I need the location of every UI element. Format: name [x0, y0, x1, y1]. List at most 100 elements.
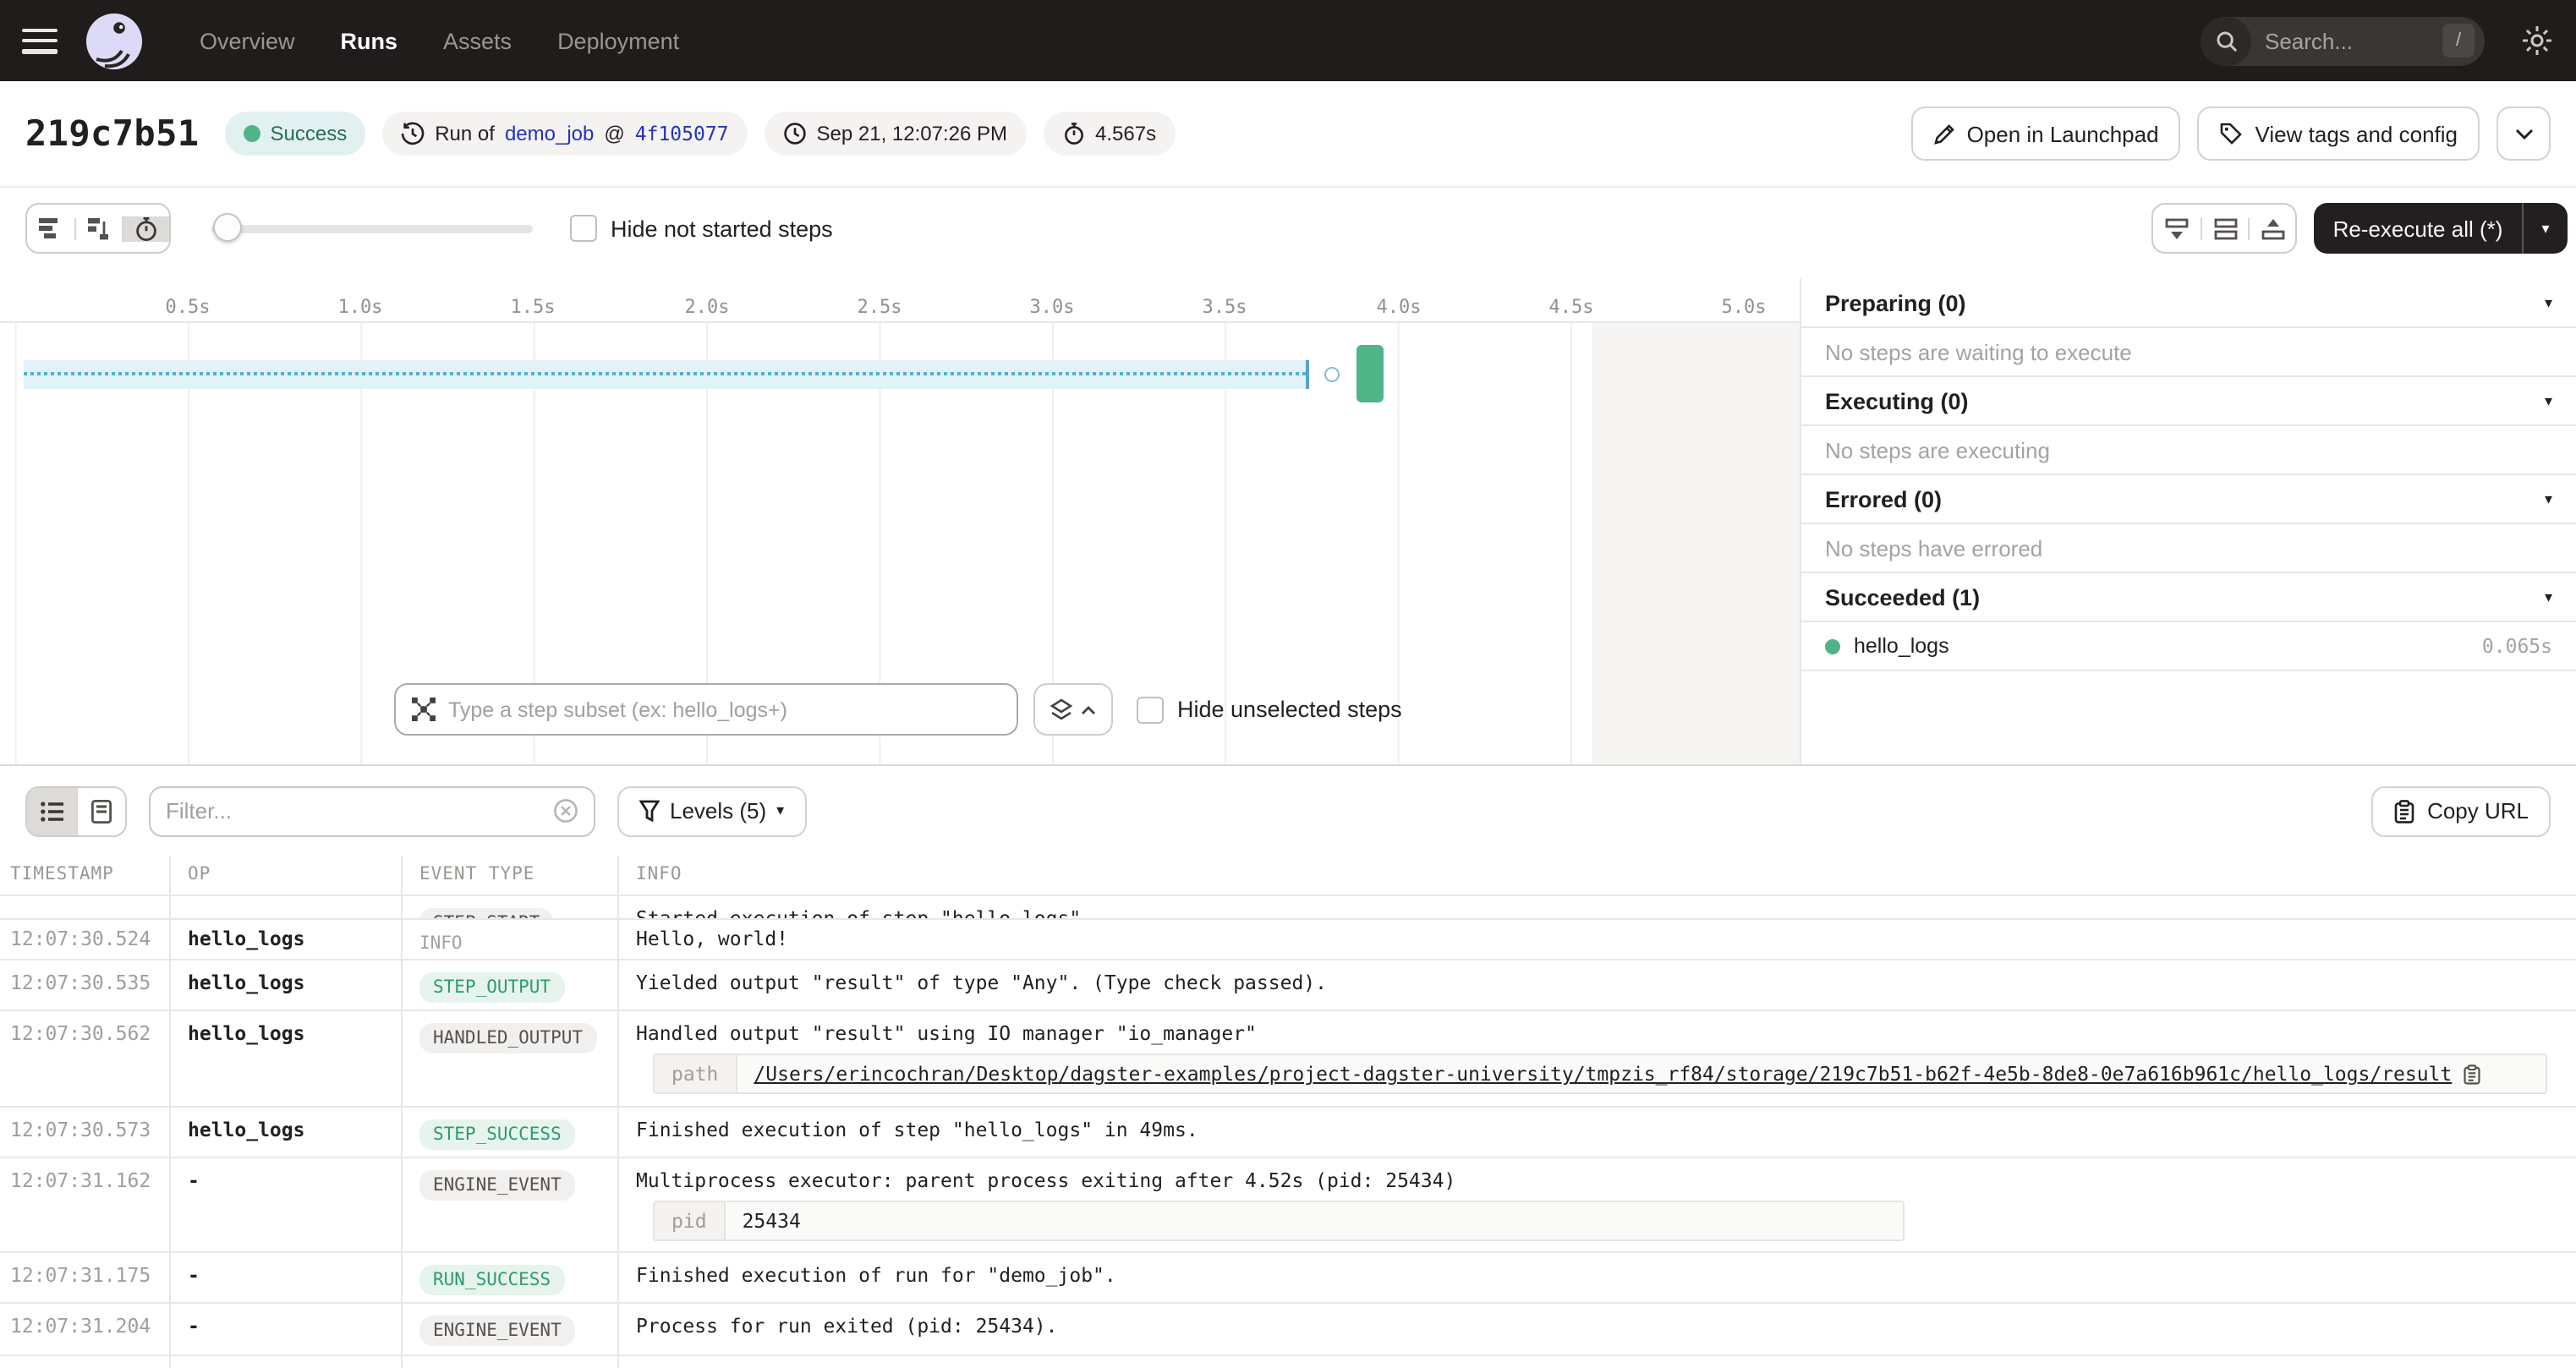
run-header: 219c7b51 Success Run of demo_job @ 4f105… — [0, 81, 2576, 188]
success-dot-icon — [1825, 638, 1840, 654]
step-subset-input[interactable] — [448, 698, 1001, 721]
start-time-tag: Sep 21, 12:07:26 PM — [765, 112, 1027, 156]
succeeded-step-row[interactable]: hello_logs 0.065s — [1801, 622, 2576, 671]
chevron-down-icon — [2514, 128, 2533, 140]
history-icon — [401, 122, 425, 145]
section-succeeded[interactable]: Succeeded (1) ▾ — [1801, 573, 2576, 622]
stopwatch-view-icon — [134, 216, 159, 241]
gantt-offrange-region — [1592, 323, 1800, 764]
section-errored[interactable]: Errored (0) ▾ — [1801, 475, 2576, 524]
status-dot-icon — [244, 125, 260, 142]
search-input[interactable] — [2251, 28, 2407, 53]
log-list-view-button[interactable] — [27, 787, 76, 834]
nav-item-deployment[interactable]: Deployment — [557, 28, 679, 53]
section-preparing[interactable]: Preparing (0) ▾ — [1801, 279, 2576, 328]
tag-icon — [2220, 122, 2244, 145]
log-row[interactable]: STEP_START Started execution of step "he… — [0, 896, 2576, 920]
log-row[interactable]: 12:07:31.162 - ENGINE_EVENT Multiprocess… — [0, 1158, 2576, 1253]
log-table-body: STEP_START Started execution of step "he… — [0, 896, 2576, 1368]
split-view-icon — [2213, 217, 2237, 239]
event-type-badge: STEP_OUTPUT — [419, 972, 564, 1003]
executing-empty-state: No steps are executing — [1801, 426, 2576, 475]
settings-gear-icon[interactable] — [2520, 24, 2554, 57]
hamburger-menu-icon[interactable] — [22, 28, 58, 53]
top-nav: Overview Runs Assets Deployment / — [0, 0, 2576, 81]
view-timed-button[interactable] — [122, 216, 169, 241]
hide-unselected-checkbox[interactable]: Hide unselected steps — [1137, 696, 1402, 723]
caret-down-icon: ▾ — [776, 802, 784, 820]
split-view-button[interactable] — [2201, 217, 2248, 239]
log-table-header: TIMESTAMP OP EVENT TYPE INFO — [0, 856, 2576, 896]
log-filter-input[interactable] — [166, 798, 553, 824]
run-logs-section: Levels (5) ▾ Copy URL TIMESTAMP OP EVENT… — [0, 764, 2576, 1368]
run-id: 219c7b51 — [25, 113, 200, 154]
col-event-type: EVENT TYPE — [401, 856, 617, 895]
checkbox-icon[interactable] — [1137, 696, 1164, 723]
collapse-down-button[interactable] — [2153, 217, 2201, 239]
duration-tag: 4.567s — [1043, 112, 1175, 156]
step-bar-hello-logs[interactable] — [1357, 345, 1384, 402]
log-row[interactable]: 12:07:30.535 hello_logs STEP_OUTPUT Yiel… — [0, 960, 2576, 1011]
gantt-view-mode-group — [25, 203, 171, 254]
log-row-empty — [0, 1356, 2576, 1368]
re-execute-caret-icon[interactable]: ▾ — [2524, 219, 2568, 238]
section-executing[interactable]: Executing (0) ▾ — [1801, 377, 2576, 426]
log-row[interactable]: 12:07:30.573 hello_logs STEP_SUCCESS Fin… — [0, 1108, 2576, 1158]
dagster-logo[interactable] — [86, 13, 142, 68]
metadata-entry: pid 25434 — [653, 1201, 1905, 1241]
step-subset-field[interactable] — [394, 683, 1018, 736]
hide-not-started-checkbox[interactable]: Hide not started steps — [570, 215, 833, 242]
view-flat-button[interactable] — [27, 218, 74, 238]
graph-query-toggle-button[interactable] — [1033, 683, 1113, 736]
dagster-run-page: Overview Runs Assets Deployment / 219c7b… — [0, 0, 2576, 1368]
log-view-mode-group — [25, 785, 127, 836]
caret-down-icon[interactable]: ▾ — [2545, 490, 2552, 508]
search-icon — [2201, 16, 2251, 65]
slider-track[interactable] — [211, 225, 533, 233]
nav-item-assets[interactable]: Assets — [443, 28, 512, 53]
log-row[interactable]: 12:07:30.524 hello_logs INFO Hello, worl… — [0, 920, 2576, 960]
nav-item-overview[interactable]: Overview — [200, 28, 295, 53]
event-type-badge: HANDLED_OUTPUT — [419, 1023, 596, 1053]
log-row[interactable]: 12:07:30.562 hello_logs HANDLED_OUTPUT H… — [0, 1011, 2576, 1108]
copy-path-icon[interactable] — [2462, 1063, 2480, 1085]
funnel-icon — [639, 800, 660, 822]
job-link[interactable]: demo_job — [505, 122, 594, 145]
commit-link[interactable]: 4f105077 — [635, 122, 729, 145]
checkbox-icon[interactable] — [570, 215, 597, 242]
log-structured-view-button[interactable] — [76, 787, 125, 834]
clear-filter-icon[interactable] — [553, 798, 578, 824]
slider-thumb[interactable] — [213, 213, 242, 242]
event-type-badge: STEP_SUCCESS — [419, 1119, 575, 1150]
log-toolbar: Levels (5) ▾ Copy URL — [0, 766, 2576, 856]
caret-down-icon[interactable]: ▾ — [2545, 293, 2552, 312]
list-view-icon — [40, 801, 63, 821]
output-path-link[interactable]: /Users/erincochran/Desktop/dagster-examp… — [754, 1062, 2452, 1086]
collapse-down-icon — [2165, 217, 2189, 239]
caret-down-icon[interactable]: ▾ — [2545, 391, 2552, 410]
log-row[interactable]: 12:07:31.175 - RUN_SUCCESS Finished exec… — [0, 1253, 2576, 1304]
step-waiting-bar — [24, 360, 1309, 389]
event-type-badge: RUN_SUCCESS — [419, 1265, 564, 1295]
zoom-slider[interactable] — [211, 203, 533, 254]
log-row[interactable]: 12:07:31.204 - ENGINE_EVENT Process for … — [0, 1304, 2576, 1356]
stopwatch-icon — [1061, 122, 1085, 145]
gantt-chart[interactable]: Hide unselected steps — [0, 321, 1800, 764]
global-search[interactable]: / — [2201, 16, 2485, 65]
header-more-actions-button[interactable] — [2497, 107, 2551, 161]
caret-up-icon — [1081, 704, 1096, 714]
run-of-tag: Run of demo_job @ 4f105077 — [382, 112, 747, 156]
nav-item-runs[interactable]: Runs — [341, 28, 398, 53]
re-execute-all-button[interactable]: Re-execute all (*) ▾ — [2314, 203, 2568, 254]
view-tags-config-button[interactable]: View tags and config — [2198, 107, 2480, 161]
step-marker-dot — [1324, 367, 1340, 382]
view-waterfall-button[interactable] — [74, 217, 122, 239]
copy-url-button[interactable]: Copy URL — [2371, 785, 2551, 836]
caret-down-icon[interactable]: ▾ — [2545, 588, 2552, 606]
col-op: OP — [169, 856, 401, 895]
log-filter-field[interactable] — [149, 785, 595, 836]
expand-up-button[interactable] — [2248, 217, 2295, 239]
nav-items: Overview Runs Assets Deployment — [200, 28, 679, 53]
levels-filter-button[interactable]: Levels (5) ▾ — [617, 785, 806, 836]
open-in-launchpad-button[interactable]: Open in Launchpad — [1911, 107, 2181, 161]
